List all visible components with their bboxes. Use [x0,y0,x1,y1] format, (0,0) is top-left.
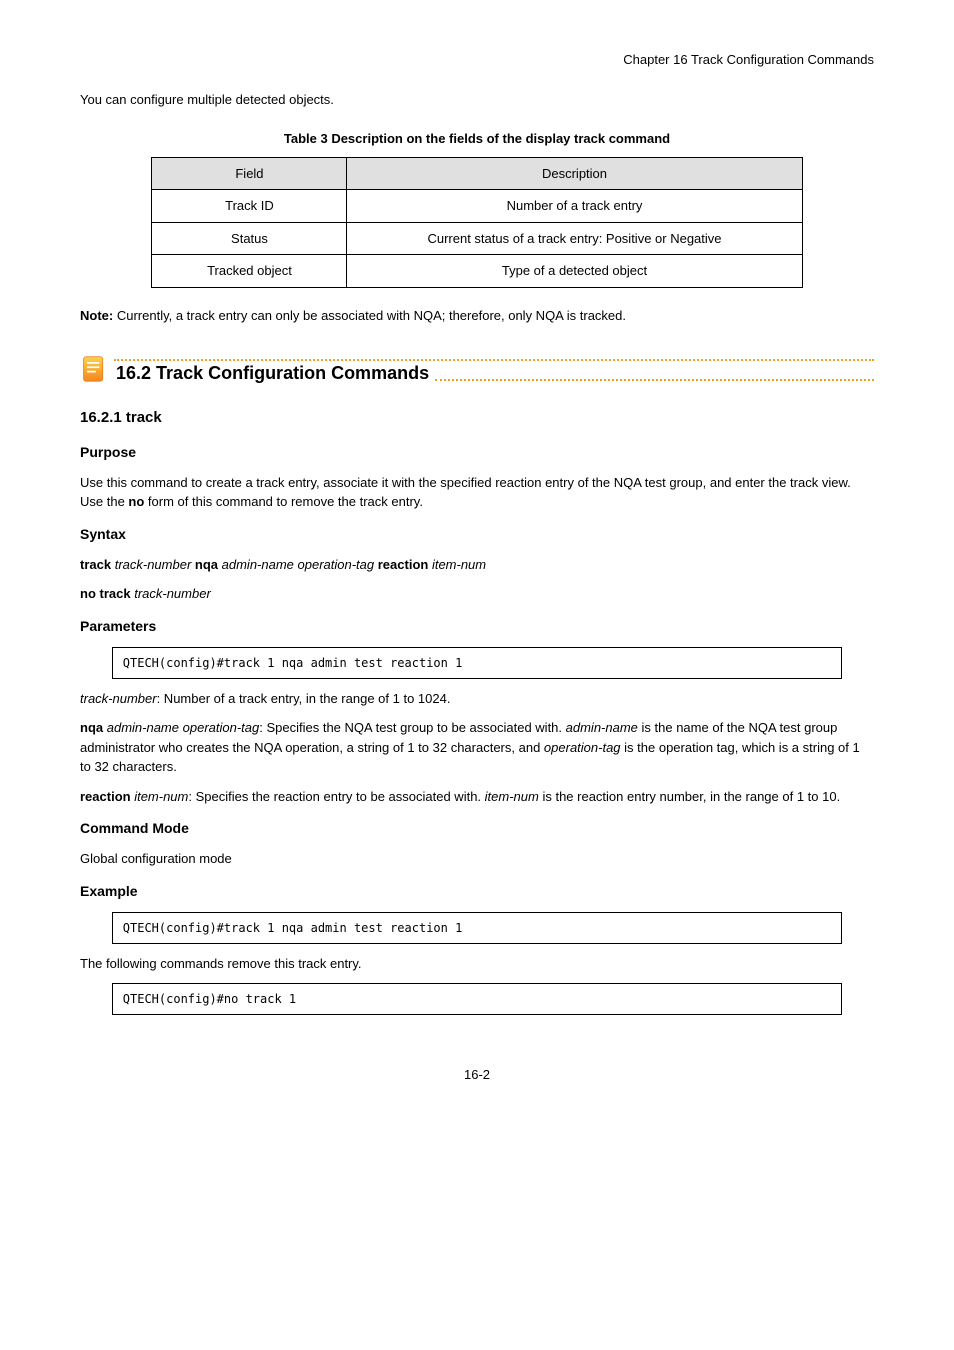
table-cell-field: Track ID [152,190,347,223]
example-heading: Example [80,881,874,902]
purpose-text-b: form of this command to remove the track… [144,494,423,509]
example-code-1: QTECH(config)#track 1 nqa admin test rea… [112,647,842,679]
breadcrumb: Chapter 16 Track Configuration Commands [623,52,874,67]
table-cell-desc: Current status of a track entry: Positiv… [347,222,802,255]
command-mode-text: Global configuration mode [80,849,874,869]
table-header-field: Field [152,157,347,190]
param2-admin: admin-name [107,720,179,735]
syntax-keyword-track: track [100,586,135,601]
purpose-heading: Purpose [80,442,874,463]
syntax-keyword-nqa: nqa [195,557,222,572]
param1-name: track-number [80,691,157,706]
command-mode-heading: Command Mode [80,818,874,839]
param2-desc-b: admin-name [566,720,638,735]
code-text: QTECH(config)#no track 1 [123,992,296,1006]
param2-desc-d: operation-tag [544,740,621,755]
param3-desc-b: item-num [485,789,539,804]
page-number: 16-2 [80,1065,874,1085]
param3-paragraph: reaction item-num: Specifies the reactio… [80,787,874,807]
syntax-line-1: track track-number nqa admin-name operat… [80,555,874,575]
purpose-no-keyword: no [128,494,144,509]
param2-prefix: nqa [80,720,107,735]
purpose-paragraph: Use this command to create a track entry… [80,473,874,512]
section-header: 16.2 Track Configuration Commands [80,355,874,387]
example-code-2: QTECH(config)#no track 1 [112,983,842,1015]
table-cell-field: Status [152,222,347,255]
example-code-1b: QTECH(config)#track 1 nqa admin test rea… [112,912,842,944]
param1-paragraph: track-number: Number of a track entry, i… [80,689,874,709]
section-dots-decoration [114,359,874,361]
table-header-row: Field Description [152,157,802,190]
param3-item: item-num [134,789,188,804]
param3-desc-a: : Specifies the reaction entry to be ass… [188,789,484,804]
section-title-text: Track Configuration Commands [156,363,429,383]
syntax-keyword-reaction: reaction [378,557,432,572]
example-desc: The following commands remove this track… [80,954,874,974]
section-number: 16.2 [116,363,156,383]
subsection-number: 16.2.1 [80,409,126,426]
section-title: 16.2 Track Configuration Commands [116,360,429,387]
table-cell-desc: Type of a detected object [347,255,802,288]
syntax-heading: Syntax [80,524,874,545]
syntax-param-admin-name: admin-name [222,557,298,572]
note-paragraph: Note: Currently, a track entry can only … [80,306,874,326]
note-label: Note: [80,308,117,323]
syntax-param-track-number: track-number [134,586,211,601]
table-row: Tracked object Type of a detected object [152,255,802,288]
code-text: QTECH(config)#track 1 nqa admin test rea… [123,921,463,935]
subsection-title: track [126,409,162,426]
table-cell-desc: Number of a track entry [347,190,802,223]
param3-prefix: reaction [80,789,134,804]
subsection-heading: 16.2.1 track [80,407,874,430]
param2-op: operation-tag [183,720,260,735]
table-header-desc: Description [347,157,802,190]
parameters-heading: Parameters [80,616,874,637]
code-text: QTECH(config)#track 1 nqa admin test rea… [123,656,463,670]
intro-paragraph: You can configure multiple detected obje… [80,90,874,110]
table-cell-field: Tracked object [152,255,347,288]
param1-desc: : Number of a track entry, in the range … [157,691,451,706]
fields-table: Field Description Track ID Number of a t… [151,157,802,288]
syntax-param-item-num: item-num [432,557,486,572]
syntax-param-operation-tag: operation-tag [298,557,378,572]
note-text: Currently, a track entry can only be ass… [117,308,626,323]
table-row: Track ID Number of a track entry [152,190,802,223]
document-icon [80,355,108,383]
table-caption: Table 3 Description on the fields of the… [80,129,874,149]
section-dots-decoration [435,379,874,381]
syntax-keyword-track: track [80,557,115,572]
table-row: Status Current status of a track entry: … [152,222,802,255]
param2-desc-a: : Specifies the NQA test group to be ass… [259,720,565,735]
syntax-keyword-no: no [80,586,100,601]
param3-desc-c: is the reaction entry number, in the ran… [539,789,840,804]
syntax-param-track-number: track-number [115,557,195,572]
param2-paragraph: nqa admin-name operation-tag: Specifies … [80,718,874,777]
syntax-line-2: no track track-number [80,584,874,604]
